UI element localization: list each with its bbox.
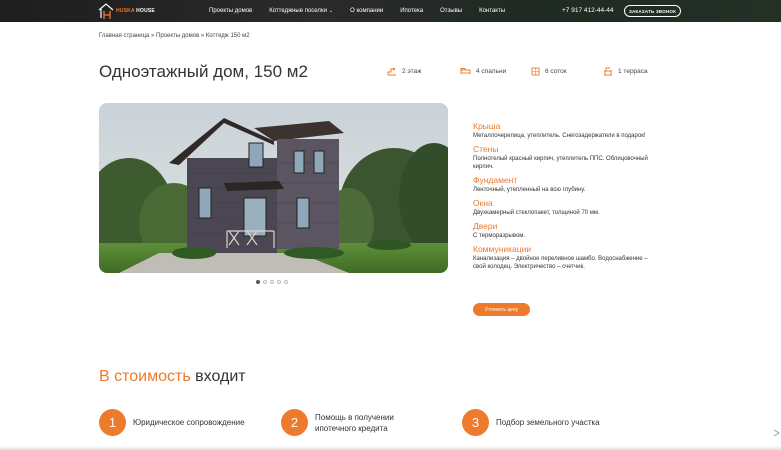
spec-item-doors: Двери С терморазрывом. — [473, 221, 653, 240]
logo[interactable]: HUSKA HOUSE — [98, 2, 155, 20]
house-render-image — [99, 103, 448, 273]
chevron-down-icon: ⌄ — [328, 8, 334, 14]
terrace-icon — [604, 67, 612, 76]
house-logo-icon — [98, 3, 114, 19]
feature-terrace: 1 терраса — [603, 67, 648, 76]
nav-item-villages-label: Коттеджные поселки — [269, 8, 327, 14]
feature-plot: 6 соток — [531, 67, 567, 76]
nav-item-mortgage[interactable]: Ипотека — [400, 8, 423, 14]
plot-icon — [531, 67, 540, 76]
spec-item-walls: Стены Полнотелый красный кирпич, утеплит… — [473, 144, 653, 171]
step-text: Помощь в получении ипотечного кредита — [315, 412, 394, 433]
spec-text: Канализация – двойное переливное шамбо. … — [473, 256, 648, 270]
cost-step: 3 Подбор земельного участка — [462, 409, 600, 436]
order-call-button[interactable]: ЗАКАЗАТЬ ЗВОНОК — [624, 5, 681, 17]
site-header: HUSKA HOUSE Проекты домов Коттеджные пос… — [0, 0, 781, 22]
cost-title-rest: входит — [190, 368, 246, 385]
nav-item-reviews[interactable]: Отзывы — [440, 8, 462, 14]
bed-icon — [460, 68, 471, 74]
feature-plot-label: 6 соток — [545, 68, 567, 75]
spec-title: Стены — [473, 144, 499, 154]
spec-list: Крыша Металлочерепица, утеплитель. Снего… — [473, 121, 653, 275]
step-number: 3 — [462, 409, 489, 436]
spec-title: Фундамент — [473, 175, 518, 185]
cost-section-title: В стоимость входит — [99, 368, 246, 386]
spec-text: Двухкамерный стеклопакет, толщиной 70 мм… — [473, 210, 600, 216]
spec-item-foundation: Фундамент Ленточный, утепленный на всю г… — [473, 175, 653, 194]
logo-text-accent: HUSKA — [116, 8, 135, 14]
spec-item-roof: Крыша Металлочерепица, утеплитель. Снего… — [473, 121, 653, 140]
gallery-dot[interactable] — [263, 280, 267, 284]
bottom-shadow — [0, 446, 781, 450]
gallery-dot[interactable] — [277, 280, 281, 284]
nav-item-contacts[interactable]: Контакты — [479, 8, 505, 14]
gallery-dot[interactable] — [256, 280, 260, 284]
step-text: Подбор земельного участка — [496, 418, 600, 427]
step-text: Юридическое сопровождение — [133, 418, 245, 427]
nav-item-villages[interactable]: Коттеджные поселки ⌄ — [269, 8, 333, 14]
logo-text: HUSKA HOUSE — [116, 8, 155, 14]
scroll-arrow-icon[interactable] — [772, 428, 781, 438]
cost-title-accent: В стоимость — [99, 368, 191, 385]
page-title: Одноэтажный дом, 150 м2 — [99, 62, 308, 81]
feature-floors-label: 2 этаж — [402, 68, 422, 75]
feature-bedrooms: 4 спальни — [460, 67, 506, 75]
nav-item-projects[interactable]: Проекты домов — [209, 8, 252, 14]
feature-terrace-label: 1 терраса — [618, 68, 648, 75]
cost-step: 1 Юридическое сопровождение — [99, 409, 245, 436]
cost-step: 2 Помощь в получении ипотечного кредита — [281, 409, 425, 436]
feature-bedrooms-label: 4 спальни — [476, 67, 507, 75]
spec-text: Полнотелый красный кирпич, утеплитель ПП… — [473, 156, 648, 170]
step-number: 2 — [281, 409, 308, 436]
feature-floors: 2 этаж — [387, 67, 421, 76]
logo-text-rest: HOUSE — [134, 8, 155, 14]
breadcrumb[interactable]: Главная страница » Проекты домов » Котте… — [99, 33, 250, 39]
spec-title: Двери — [473, 221, 498, 231]
house-photo[interactable] — [99, 103, 448, 273]
phone-link[interactable]: +7 917 412-44-44 — [562, 7, 614, 14]
spec-title: Крыша — [473, 121, 501, 131]
gallery-pagination — [256, 280, 291, 284]
main-nav: Проекты домов Коттеджные поселки ⌄ О комп… — [209, 0, 522, 22]
spec-title: Коммуникации — [473, 244, 532, 254]
gallery-dot[interactable] — [284, 280, 288, 284]
request-price-button[interactable]: Уточнить цену — [473, 303, 530, 316]
step-number: 1 — [99, 409, 126, 436]
floors-icon — [387, 67, 396, 76]
spec-item-windows: Окна Двухкамерный стеклопакет, толщиной … — [473, 198, 653, 217]
gallery-dot[interactable] — [270, 280, 274, 284]
spec-text: С терморазрывом. — [473, 233, 526, 239]
spec-title: Окна — [473, 198, 493, 208]
spec-item-utilities: Коммуникации Канализация – двойное перел… — [473, 244, 653, 271]
spec-text: Ленточный, утепленный на всю глубину. — [473, 187, 586, 193]
nav-item-about[interactable]: О компании — [350, 8, 383, 14]
spec-text: Металлочерепица, утеплитель. Снегозадерж… — [473, 133, 646, 139]
